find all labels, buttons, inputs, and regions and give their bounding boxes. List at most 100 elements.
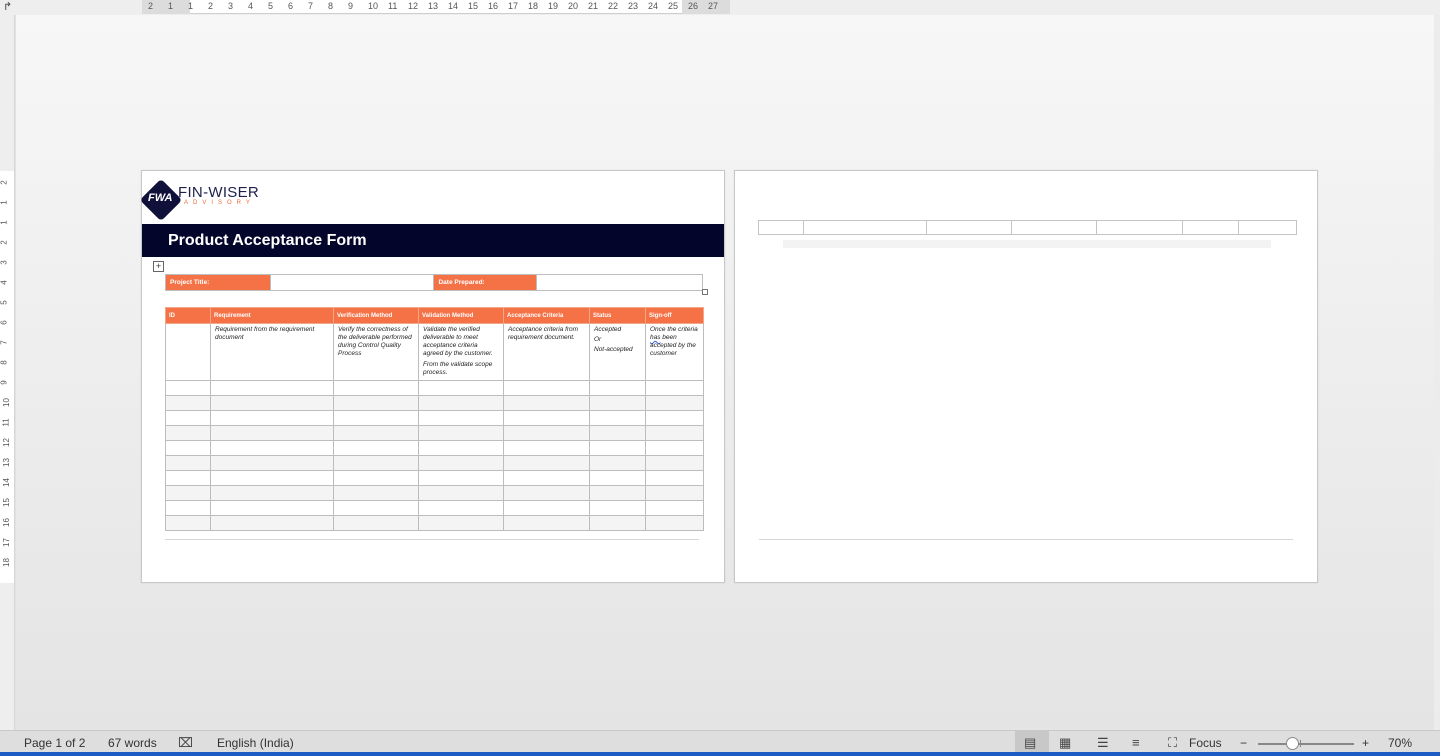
table-cell[interactable]: [1238, 220, 1297, 235]
table-cell[interactable]: [803, 220, 927, 235]
table-cell[interactable]: [333, 500, 419, 516]
table-cell[interactable]: [503, 470, 590, 486]
cell-status[interactable]: Accepted Or Not-accepted: [589, 323, 646, 381]
table-cell[interactable]: [165, 410, 211, 426]
table-cell[interactable]: [503, 395, 590, 411]
table-cell[interactable]: [418, 410, 504, 426]
table-cell[interactable]: [589, 440, 646, 456]
table-cell[interactable]: [645, 455, 704, 471]
table-cell[interactable]: [503, 425, 590, 441]
page-2[interactable]: [734, 170, 1318, 583]
table-cell[interactable]: [165, 440, 211, 456]
table-cell[interactable]: [165, 455, 211, 471]
date-prepared-field[interactable]: [536, 274, 703, 291]
table-cell[interactable]: [165, 500, 211, 516]
table-cell[interactable]: [165, 380, 211, 396]
col-header-validation[interactable]: Validation Method: [418, 307, 504, 324]
table-cell[interactable]: [165, 485, 211, 501]
project-title-field[interactable]: [269, 274, 435, 291]
table-cell[interactable]: [503, 455, 590, 471]
table-cell[interactable]: [1182, 220, 1239, 235]
form-title[interactable]: Product Acceptance Form: [168, 232, 367, 250]
table-cell[interactable]: [645, 485, 704, 501]
table-cell[interactable]: [589, 455, 646, 471]
table-cell[interactable]: [503, 380, 590, 396]
table-resize-handle[interactable]: [702, 289, 708, 295]
table-cell[interactable]: [165, 470, 211, 486]
print-layout-icon[interactable]: ▤: [1024, 735, 1036, 751]
cell-signoff[interactable]: Once the criteria has been accepted by t…: [645, 323, 704, 381]
page-1[interactable]: FWA FIN-WISER ADVISORY Product Acceptanc…: [139, 170, 725, 583]
table-cell[interactable]: [1096, 220, 1183, 235]
table-cell[interactable]: [333, 455, 419, 471]
col-header-status[interactable]: Status: [589, 307, 646, 324]
table-cell[interactable]: [333, 515, 419, 531]
zoom-out-button[interactable]: −: [1240, 736, 1247, 750]
table-cell[interactable]: [333, 485, 419, 501]
table-cell[interactable]: [503, 410, 590, 426]
table-cell[interactable]: [210, 515, 334, 531]
table-cell[interactable]: [589, 395, 646, 411]
table-cell[interactable]: [589, 515, 646, 531]
table-cell[interactable]: [418, 380, 504, 396]
cell-requirement[interactable]: Requirement from the requirement documen…: [210, 323, 334, 381]
word-count[interactable]: 67 words: [108, 736, 157, 750]
draft-view-icon[interactable]: ≡: [1132, 735, 1140, 750]
zoom-slider-track[interactable]: [1258, 743, 1354, 745]
table-cell[interactable]: [589, 410, 646, 426]
focus-icon[interactable]: ⛶: [1168, 735, 1177, 751]
table-cell[interactable]: [645, 425, 704, 441]
col-header-id[interactable]: ID: [165, 307, 211, 324]
table-cell[interactable]: [333, 440, 419, 456]
table-cell[interactable]: [165, 395, 211, 411]
table-cell[interactable]: [589, 500, 646, 516]
table-cell[interactable]: [333, 425, 419, 441]
cell-acceptance[interactable]: Acceptance criteria from requirement doc…: [503, 323, 590, 381]
table-cell[interactable]: [210, 470, 334, 486]
table-cell[interactable]: [333, 395, 419, 411]
focus-button[interactable]: Focus: [1189, 736, 1222, 750]
web-layout-icon[interactable]: ▦: [1059, 735, 1071, 751]
vertical-ruler[interactable]: 2 1 1 2 3 4 5 6 7 8 9 10 11 12 13 14 15 16 17 18: [0, 15, 15, 730]
table-cell[interactable]: [926, 220, 1012, 235]
table-cell[interactable]: [418, 470, 504, 486]
proofing-icon[interactable]: ⌧: [178, 735, 193, 751]
zoom-percent[interactable]: 70%: [1388, 736, 1412, 750]
table-cell[interactable]: [418, 515, 504, 531]
table-cell[interactable]: [418, 455, 504, 471]
project-info-table[interactable]: Project Title: Date Prepared:: [165, 274, 703, 291]
table-cell[interactable]: [645, 380, 704, 396]
table-cell[interactable]: [645, 500, 704, 516]
cell-verification[interactable]: Verify the correctness of the deliverabl…: [333, 323, 419, 381]
table-cell[interactable]: [418, 440, 504, 456]
table-cell[interactable]: [165, 425, 211, 441]
vertical-scrollbar[interactable]: [1434, 15, 1440, 730]
table-cell[interactable]: [418, 425, 504, 441]
table-cell[interactable]: [333, 470, 419, 486]
table-cell[interactable]: [333, 380, 419, 396]
page-2-table[interactable]: [758, 220, 1297, 235]
table-cell[interactable]: [210, 410, 334, 426]
col-header-acceptance[interactable]: Acceptance Criteria: [503, 307, 590, 324]
table-cell[interactable]: [645, 440, 704, 456]
acceptance-table[interactable]: ID Requirement Verification Method Valid…: [165, 307, 704, 531]
table-cell[interactable]: [210, 500, 334, 516]
table-cell[interactable]: [645, 470, 704, 486]
table-cell[interactable]: [418, 395, 504, 411]
horizontal-ruler[interactable]: ↱ 2 1 1 2 3 4 5 6 7 8 9 10 11 12 13 14 15 16 17 18 19 20 21 22 2…: [0, 0, 1440, 15]
col-header-signoff[interactable]: Sign-off: [645, 307, 704, 324]
table-cell[interactable]: [589, 485, 646, 501]
table-cell[interactable]: [210, 425, 334, 441]
zoom-in-button[interactable]: +: [1362, 736, 1369, 750]
table-move-handle-icon[interactable]: +: [153, 261, 164, 272]
cell-id[interactable]: [165, 323, 211, 381]
table-cell[interactable]: [645, 395, 704, 411]
table-cell[interactable]: [589, 470, 646, 486]
table-cell[interactable]: [758, 220, 804, 235]
table-cell[interactable]: [210, 395, 334, 411]
cell-validation[interactable]: Validate the verified deliverable to mee…: [418, 323, 504, 381]
page-count[interactable]: Page 1 of 2: [24, 736, 85, 750]
language-indicator[interactable]: English (India): [217, 736, 294, 750]
col-header-verification[interactable]: Verification Method: [333, 307, 419, 324]
outline-view-icon[interactable]: ☰: [1097, 735, 1109, 751]
